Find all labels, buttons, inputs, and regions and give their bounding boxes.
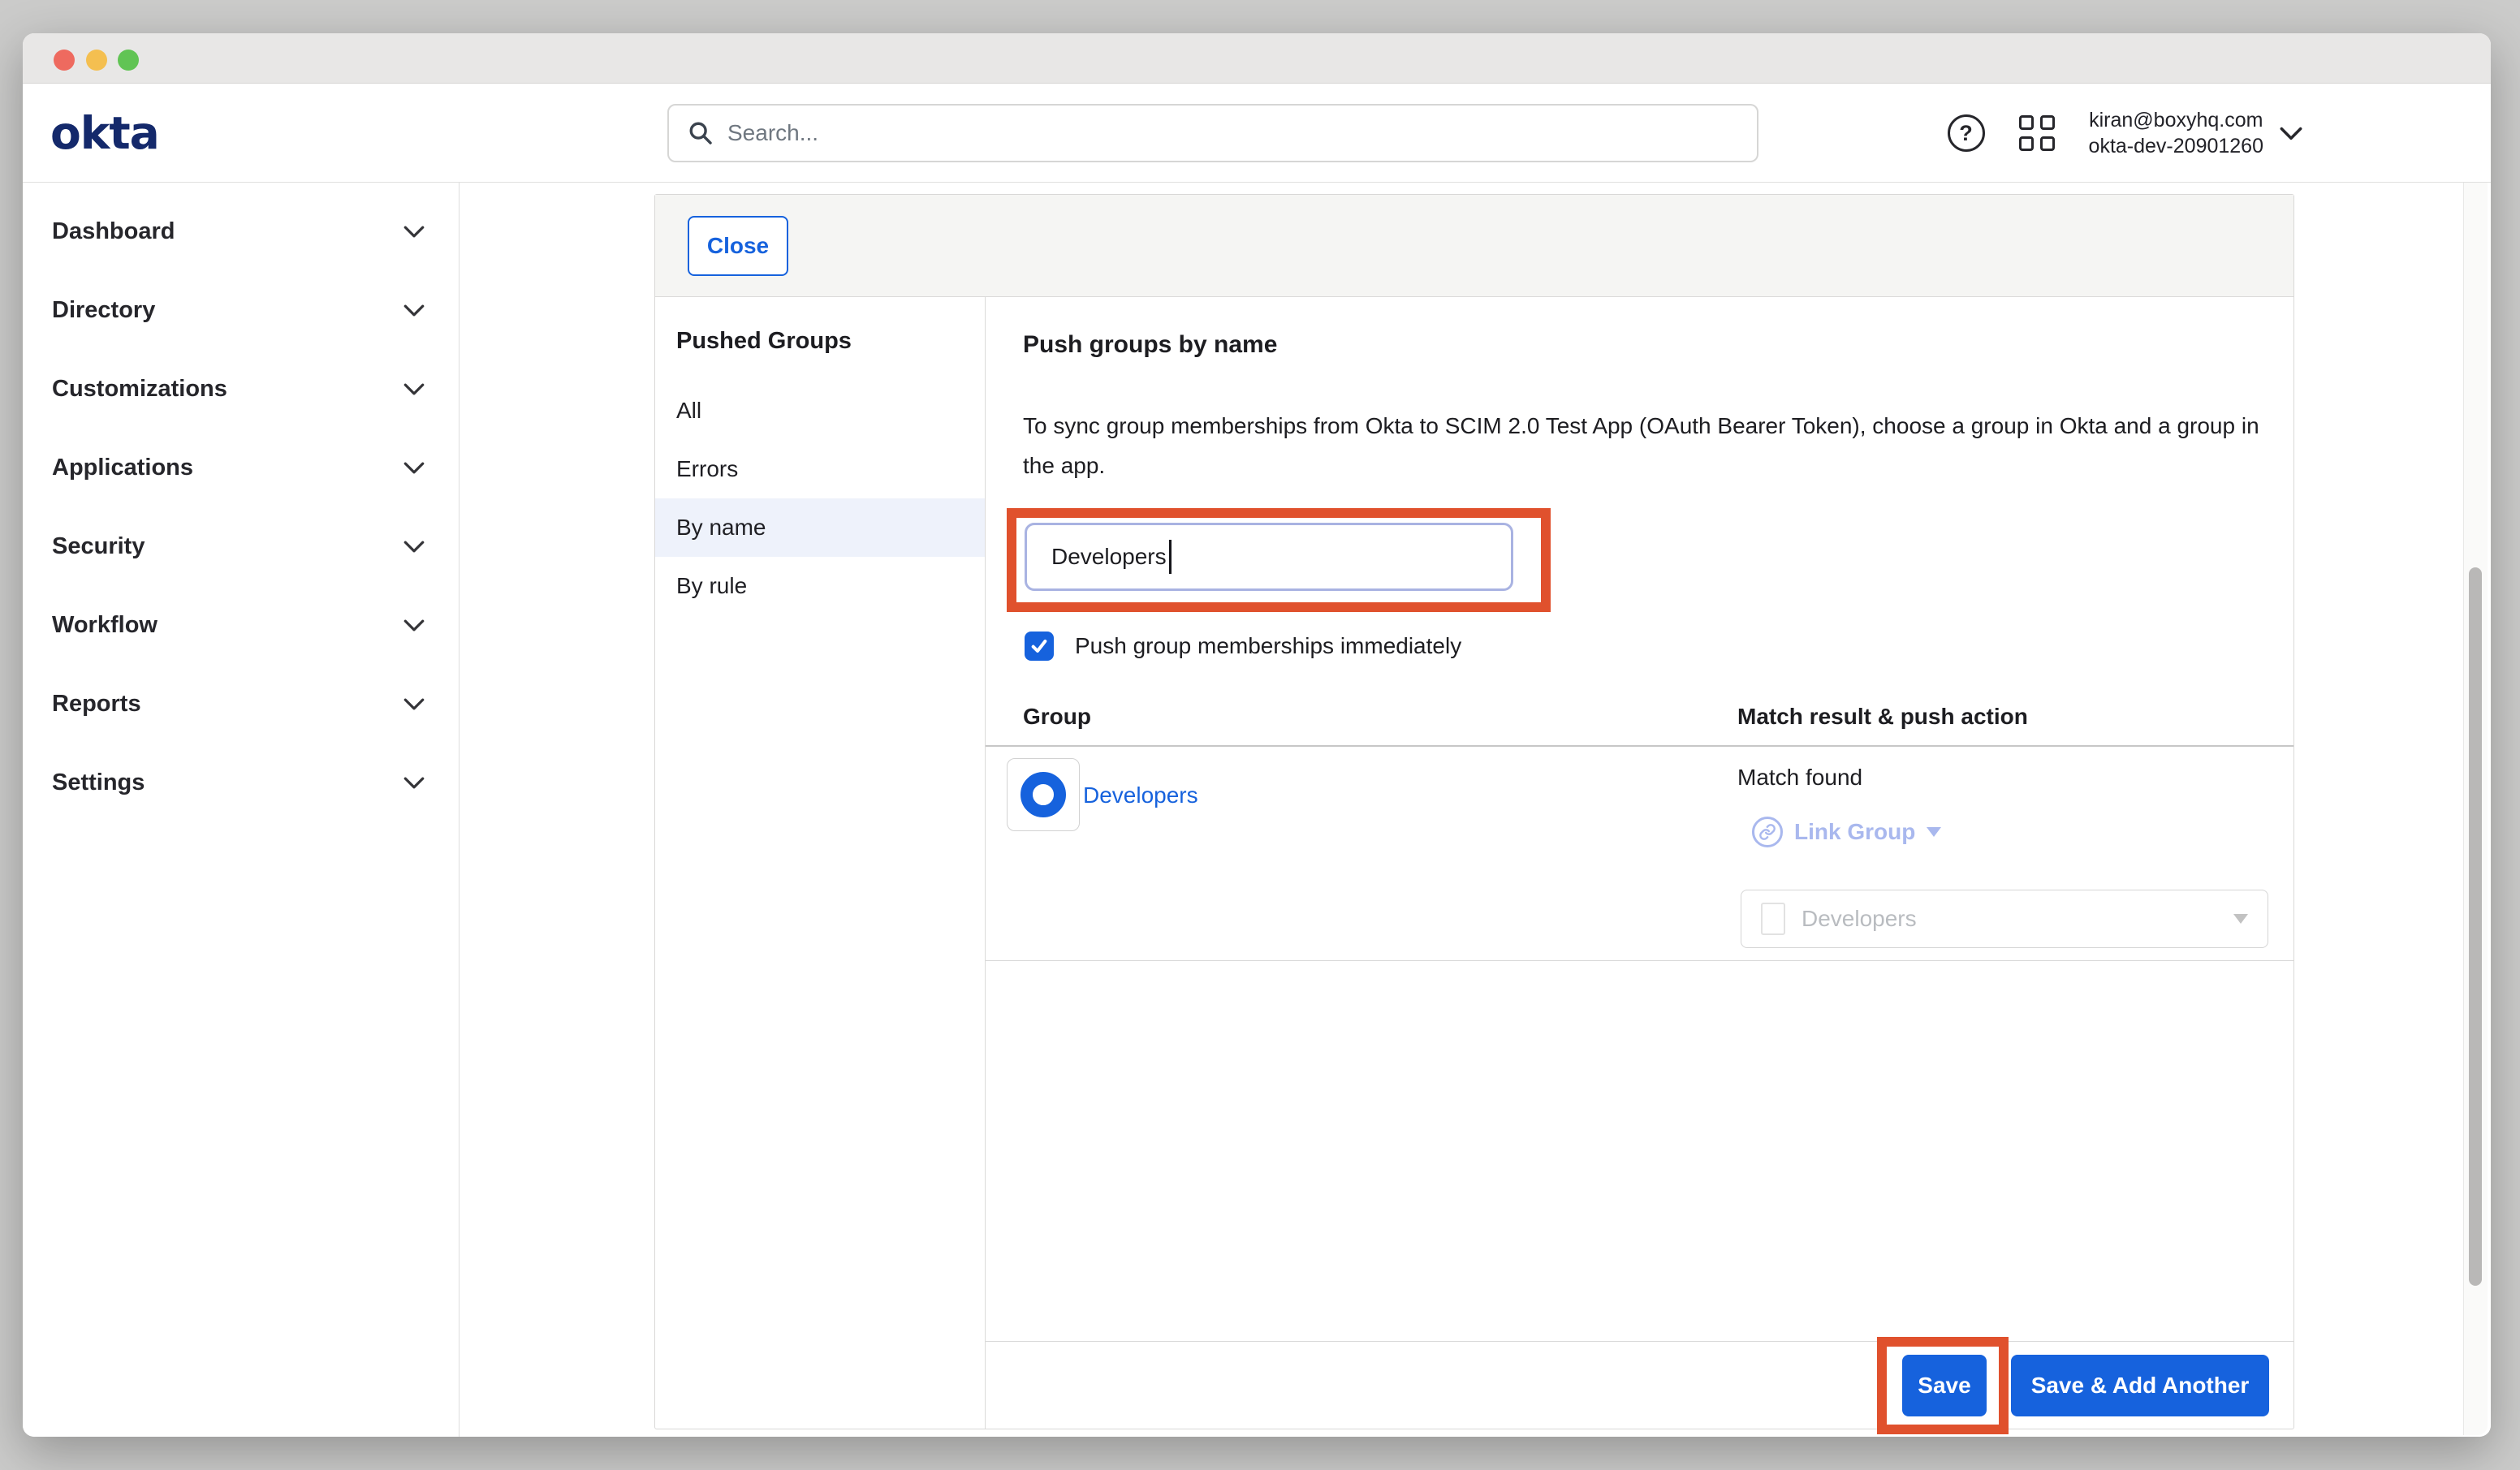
help-icon[interactable]: ? (1948, 114, 1985, 152)
table-row: Developers Match found Link Group (986, 747, 2293, 961)
search-icon (687, 119, 714, 147)
chevron-down-icon (403, 698, 425, 710)
minimize-window-icon[interactable] (86, 50, 107, 71)
save-add-another-button[interactable]: Save & Add Another (2011, 1355, 2269, 1416)
main-area: Dashboard Directory Customizations Appli… (23, 183, 2491, 1437)
chevron-down-icon (403, 304, 425, 317)
sidebar-item-settings[interactable]: Settings (23, 744, 459, 822)
chevron-down-icon (2280, 127, 2302, 140)
account-email: kiran@boxyhq.com (2089, 107, 2263, 133)
global-search[interactable] (667, 104, 1758, 162)
push-immediately-checkbox[interactable] (1025, 632, 1054, 661)
pushed-groups-title: Pushed Groups (655, 317, 985, 365)
select-checkbox-icon (1761, 903, 1785, 935)
sidebar-item-applications[interactable]: Applications (23, 429, 459, 507)
column-header-match: Match result & push action (1737, 704, 2028, 730)
nav-item-by-name[interactable]: By name (655, 498, 985, 557)
browser-window: okta ? kiran@boxyhq.com okta-dev-2090126… (23, 33, 2491, 1437)
link-group-label: Link Group (1794, 819, 1915, 845)
push-by-name-content: Push groups by name To sync group member… (986, 297, 2293, 1429)
dialog-footer: Save Save & Add Another (986, 1341, 2293, 1429)
close-window-icon[interactable] (54, 50, 75, 71)
column-header-group: Group (1023, 704, 1091, 730)
push-groups-panel: Close Pushed Groups All Errors By name B… (654, 194, 2294, 1429)
group-avatar (1007, 758, 1080, 831)
sidebar-item-reports[interactable]: Reports (23, 665, 459, 744)
chevron-down-icon (403, 462, 425, 474)
scrollbar-thumb[interactable] (2469, 567, 2482, 1286)
group-name-link[interactable]: Developers (1083, 782, 1198, 808)
close-button[interactable]: Close (688, 216, 788, 276)
match-status: Match found (1737, 765, 1862, 791)
sidebar-item-customizations[interactable]: Customizations (23, 350, 459, 429)
panel-toolbar: Close (655, 195, 2293, 297)
chevron-down-icon (403, 541, 425, 553)
header-right-cluster: ? kiran@boxyhq.com okta-dev-20901260 (1948, 84, 2302, 183)
target-group-select[interactable]: Developers (1741, 890, 2268, 948)
chevron-down-icon (403, 619, 425, 632)
chevron-down-icon (403, 777, 425, 789)
text-caret (1169, 540, 1172, 574)
apps-grid-icon[interactable] (2019, 115, 2055, 151)
sidebar-item-directory[interactable]: Directory (23, 271, 459, 350)
target-group-value: Developers (1802, 906, 1917, 932)
account-org: okta-dev-20901260 (2089, 133, 2263, 159)
chevron-down-icon (403, 226, 425, 238)
chevron-down-icon (403, 383, 425, 395)
page-title: Push groups by name (1023, 331, 1277, 359)
sidebar-item-dashboard[interactable]: Dashboard (23, 192, 459, 271)
group-name-input[interactable]: Developers (1025, 523, 1513, 591)
sidebar-item-workflow[interactable]: Workflow (23, 586, 459, 665)
pushed-groups-nav: Pushed Groups All Errors By name By rule (655, 297, 986, 1429)
titlebar (23, 33, 2491, 84)
link-group-dropdown[interactable]: Link Group (1752, 817, 1941, 847)
sidebar-item-security[interactable]: Security (23, 507, 459, 586)
checkmark-icon (1029, 636, 1049, 656)
caret-down-icon (2233, 914, 2248, 924)
okta-logo: okta (50, 84, 159, 183)
vertical-scrollbar (2463, 183, 2488, 1435)
link-icon (1752, 817, 1783, 847)
search-input[interactable] (727, 120, 1757, 146)
group-ring-icon (1021, 772, 1066, 817)
page-description: To sync group memberships from Okta to S… (1023, 406, 2265, 485)
checkbox-label: Push group memberships immediately (1075, 633, 1461, 659)
account-menu[interactable]: kiran@boxyhq.com okta-dev-20901260 (2089, 107, 2302, 159)
app-header: okta ? kiran@boxyhq.com okta-dev-2090126… (23, 84, 2491, 183)
nav-item-errors[interactable]: Errors (655, 440, 985, 498)
caret-down-icon (1927, 827, 1941, 837)
nav-item-all[interactable]: All (655, 382, 985, 440)
zoom-window-icon[interactable] (118, 50, 139, 71)
sidebar: Dashboard Directory Customizations Appli… (23, 183, 460, 1437)
save-button[interactable]: Save (1902, 1355, 1987, 1416)
nav-item-by-rule[interactable]: By rule (655, 557, 985, 615)
match-table: Group Match result & push action Develop… (986, 688, 2293, 961)
